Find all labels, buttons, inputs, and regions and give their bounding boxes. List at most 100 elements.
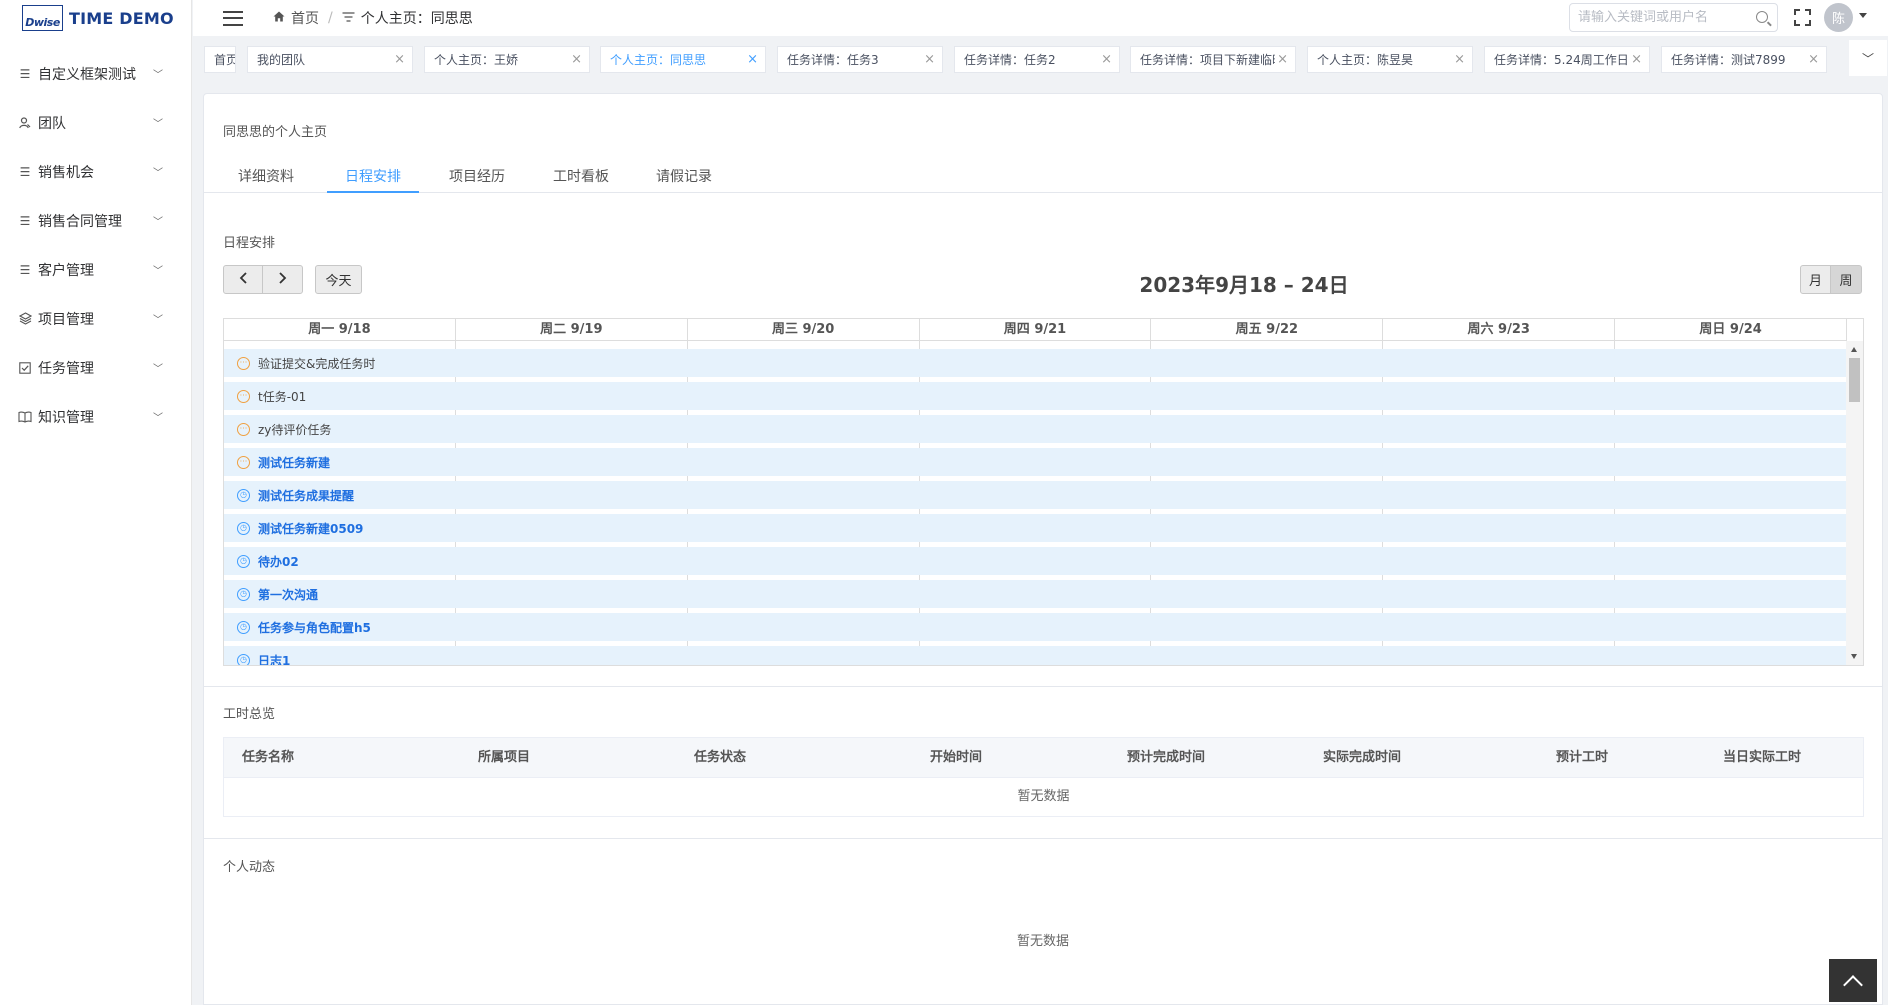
tab-label: 任务详情：任务2 [964, 53, 1056, 67]
tab-my-team[interactable]: 我的团队 × [247, 46, 413, 73]
logo-mark: Dwise [22, 5, 63, 31]
tab-task-3[interactable]: 任务详情：任务3 × [777, 46, 943, 73]
clock-icon: ◷ [237, 587, 250, 601]
tab-hours-board[interactable]: 工时看板 [551, 166, 611, 193]
tab-task-2[interactable]: 任务详情：任务2 × [954, 46, 1120, 73]
close-icon[interactable]: × [745, 52, 758, 67]
tab-label: 任务详情：测试7899 [1671, 53, 1786, 67]
sidebar-item-task[interactable]: 任务管理 ﹀ [0, 343, 191, 392]
sidebar-item-label: 团队 [38, 115, 66, 132]
column-header: 当日实际工时 [1723, 750, 1802, 765]
today-button[interactable]: 今天 [315, 265, 362, 294]
book-icon [16, 411, 34, 423]
tab-profile-tongsisi[interactable]: 个人主页：同思思 × [600, 46, 766, 73]
menu-toggle-icon[interactable] [223, 10, 243, 26]
tab-task-project-temp[interactable]: 任务详情：项目下新建临时 × [1130, 46, 1296, 73]
tab-home[interactable]: 首页 [204, 46, 236, 73]
tab-label: 个人主页：王娇 [434, 53, 519, 67]
calendar-event[interactable]: ◷ 日志1 [224, 646, 1847, 665]
chevron-right-icon [278, 271, 287, 288]
calendar-event[interactable]: ··· 测试任务新建 [224, 448, 1847, 476]
day-header: 周五 9/22 [1151, 319, 1384, 340]
tab-schedule[interactable]: 日程安排 [327, 166, 419, 193]
breadcrumb-home[interactable]: 首页 [291, 8, 319, 28]
calendar-event[interactable]: ◷ 任务参与角色配置h5 [224, 613, 1847, 641]
column-header: 任务名称 [242, 750, 295, 765]
tab-label: 任务详情：5.24周工作日志 [1494, 53, 1641, 67]
scroll-up-arrow-icon[interactable] [1851, 347, 1857, 352]
tab-task-7899[interactable]: 任务详情：测试7899 × [1661, 46, 1827, 73]
tab-details[interactable]: 详细资料 [237, 166, 295, 193]
calendar-event[interactable]: ◷ 测试任务成果提醒 [224, 481, 1847, 509]
calendar-scrollbar[interactable] [1846, 341, 1863, 665]
calendar-event[interactable]: ◷ 待办02 [224, 547, 1847, 575]
search-input[interactable] [1578, 10, 1748, 25]
sidebar: Dwise TIME DEMO ☰ 自定义框架测试 ﹀ 团队 ﹀ ☰ 销售机会 … [0, 0, 192, 1005]
event-title: 日志1 [258, 653, 291, 666]
app-root: Dwise TIME DEMO ☰ 自定义框架测试 ﹀ 团队 ﹀ ☰ 销售机会 … [0, 0, 1888, 1005]
sidebar-item-sales-opportunity[interactable]: ☰ 销售机会 ﹀ [0, 147, 191, 196]
sidebar-item-label: 自定义框架测试 [38, 66, 136, 83]
hours-section-title: 工时总览 [223, 707, 276, 722]
back-to-top-button[interactable] [1829, 959, 1877, 1002]
logo[interactable]: Dwise TIME DEMO [0, 0, 191, 36]
tab-project-history[interactable]: 项目经历 [447, 166, 507, 193]
schedule-section-title: 日程安排 [223, 236, 276, 251]
sidebar-item-custom-framework[interactable]: ☰ 自定义框架测试 ﹀ [0, 49, 191, 98]
event-title: 任务参与角色配置h5 [258, 620, 371, 635]
week-view-button[interactable]: 周 [1830, 265, 1862, 294]
next-week-button[interactable] [262, 265, 303, 294]
calendar-event[interactable]: ··· 验证提交&完成任务时 [224, 349, 1847, 377]
empty-state: 暂无数据 [1017, 789, 1070, 804]
caret-down-icon[interactable] [1859, 13, 1867, 18]
home-icon [273, 11, 285, 25]
month-view-button[interactable]: 月 [1800, 265, 1831, 294]
close-icon[interactable]: × [1629, 52, 1642, 67]
event-title: 测试任务成果提醒 [258, 488, 355, 503]
calendar-event[interactable]: ◷ 测试任务新建0509 [224, 514, 1847, 542]
sidebar-item-customer[interactable]: ☰ 客户管理 ﹀ [0, 245, 191, 294]
column-header: 实际完成时间 [1323, 750, 1402, 765]
day-header: 周四 9/21 [920, 319, 1152, 340]
tab-leave-records[interactable]: 请假记录 [654, 166, 714, 193]
close-icon[interactable]: × [392, 52, 405, 67]
fullscreen-icon[interactable] [1794, 9, 1811, 26]
tab-label: 个人主页：同思思 [610, 53, 707, 67]
calendar-event[interactable]: ··· t任务-01 [224, 382, 1847, 410]
column-header: 开始时间 [930, 750, 983, 765]
sidebar-item-knowledge[interactable]: 知识管理 ﹀ [0, 392, 191, 441]
sidebar-item-project[interactable]: 项目管理 ﹀ [0, 294, 191, 343]
sidebar-item-label: 项目管理 [38, 311, 94, 328]
prev-week-button[interactable] [223, 265, 263, 294]
column-header: 所属项目 [478, 750, 531, 765]
close-icon[interactable]: × [1806, 52, 1819, 67]
tab-task-524-log[interactable]: 任务详情：5.24周工作日志 × [1484, 46, 1650, 73]
sidebar-item-team[interactable]: 团队 ﹀ [0, 98, 191, 147]
event-title: 测试任务新建0509 [258, 521, 364, 536]
calendar-event[interactable]: ◷ 第一次沟通 [224, 580, 1847, 608]
week-calendar: 周一 9/18 周二 9/19 周三 9/20 周四 9/21 周五 9/22 … [223, 318, 1864, 666]
ellipsis-circle-icon: ··· [237, 356, 250, 370]
event-title: t任务-01 [258, 389, 307, 404]
scrollbar-thumb[interactable] [1849, 358, 1860, 402]
tab-profile-wangjiao[interactable]: 个人主页：王娇 × [424, 46, 590, 73]
close-icon[interactable]: × [1099, 52, 1112, 67]
calendar-event[interactable]: ··· zy待评价任务 [224, 415, 1847, 443]
avatar[interactable]: 陈 [1824, 3, 1853, 32]
sidebar-item-label: 知识管理 [38, 409, 94, 426]
close-icon[interactable]: × [1452, 52, 1465, 67]
close-icon[interactable]: × [1275, 52, 1288, 67]
close-icon[interactable]: × [922, 52, 935, 67]
tab-label: 首页 [214, 53, 235, 67]
tab-label: 任务详情：任务3 [787, 53, 879, 67]
page-title: 同思思的个人主页 [223, 125, 328, 140]
tabs-more-chevron-down-icon[interactable]: ﹀ [1849, 40, 1887, 76]
close-icon[interactable]: × [569, 52, 582, 67]
tab-label: 我的团队 [257, 53, 306, 67]
search-icon[interactable] [1756, 11, 1768, 23]
day-header: 周日 9/24 [1615, 319, 1848, 340]
scroll-down-arrow-icon[interactable] [1851, 654, 1857, 659]
sidebar-item-sales-contract[interactable]: ☰ 销售合同管理 ﹀ [0, 196, 191, 245]
tab-profile-chenyuhao[interactable]: 个人主页：陈昱昊 × [1307, 46, 1473, 73]
section-divider [204, 686, 1882, 687]
